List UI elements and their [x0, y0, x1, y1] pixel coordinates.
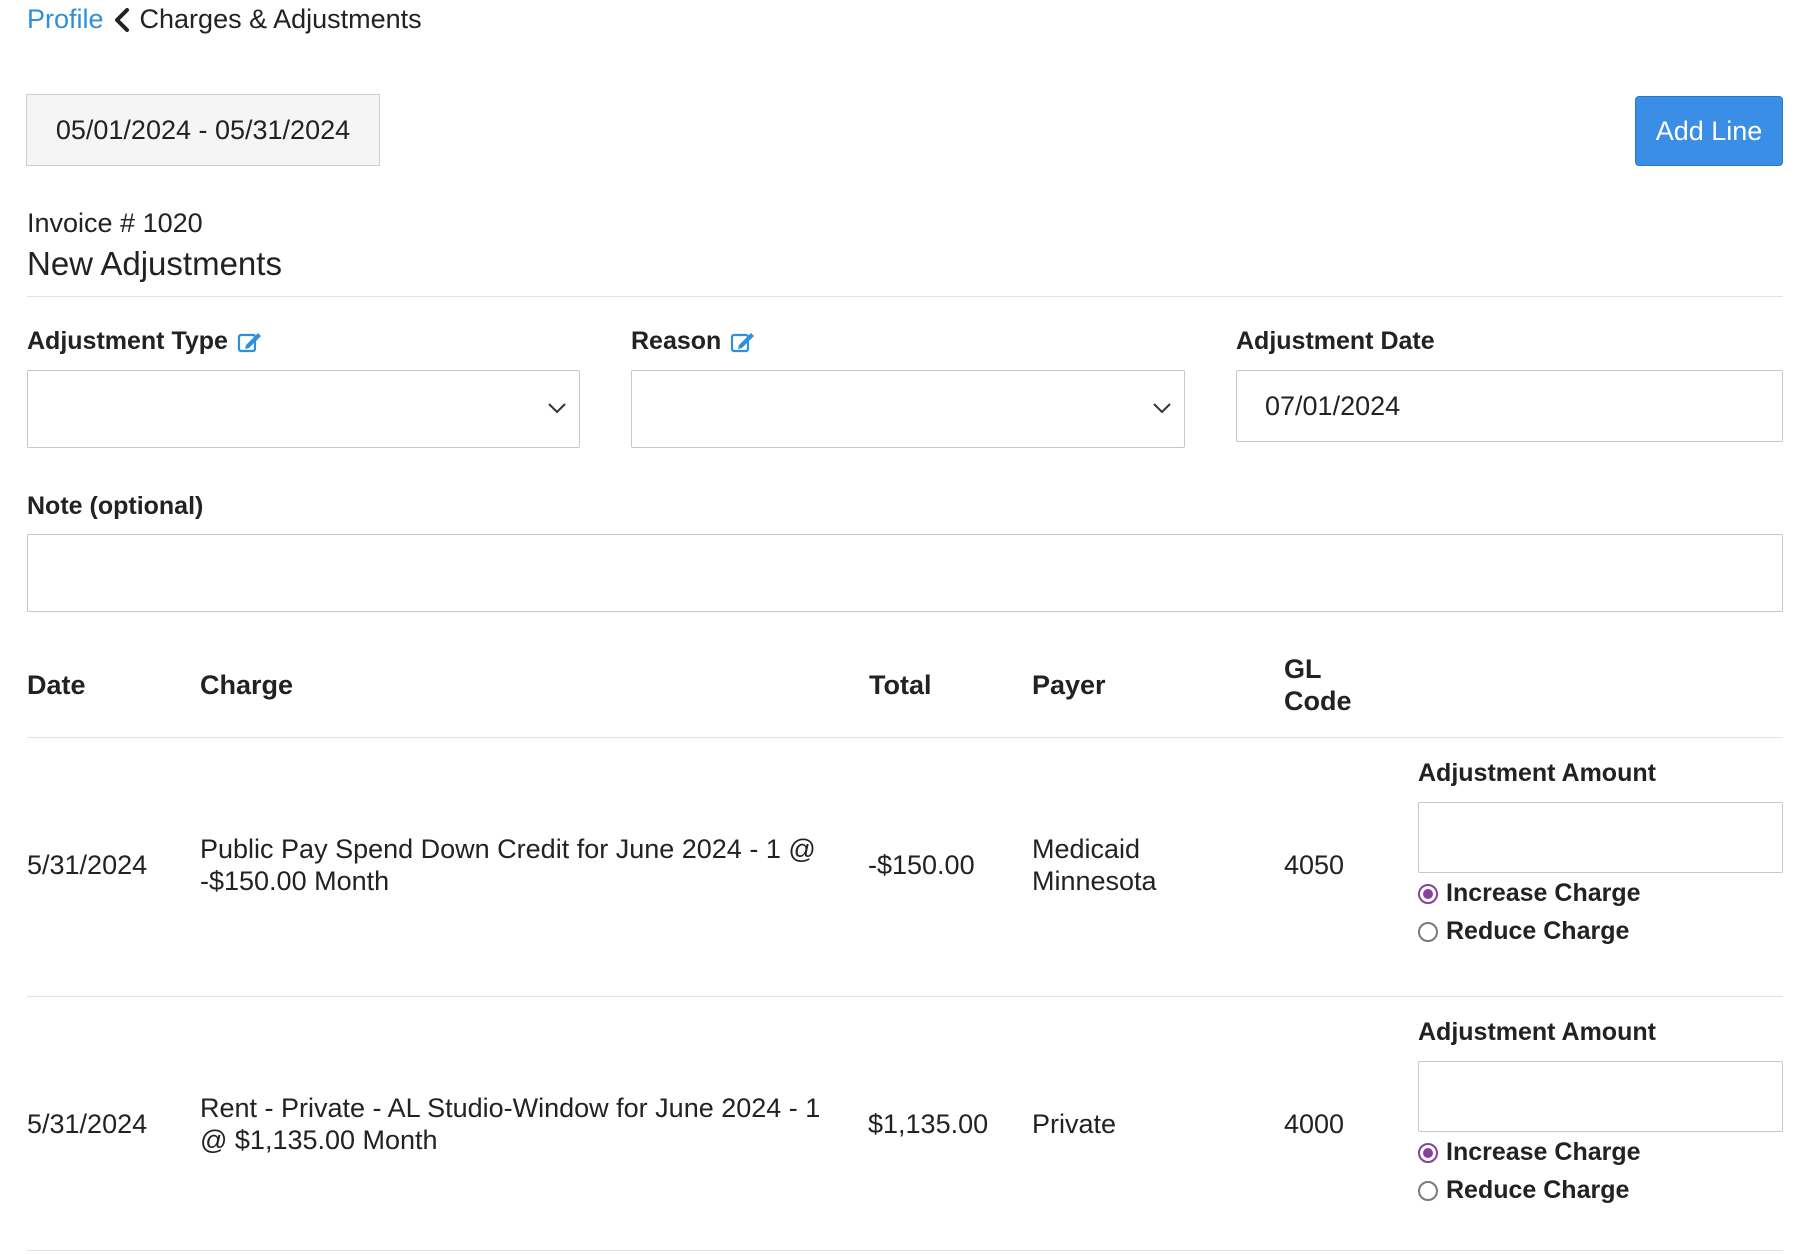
increase-charge-radio[interactable] — [1418, 1142, 1438, 1163]
row-date: 5/31/2024 — [27, 850, 148, 880]
row-payer-line1: Private — [1032, 1109, 1117, 1139]
reason-label: Reason — [631, 327, 756, 356]
chevron-down-icon — [547, 401, 567, 419]
row-gl-code: 4050 — [1284, 850, 1345, 880]
row-payer: Medicaid Minnesota — [1032, 833, 1157, 897]
row-charge: Rent - Private - AL Studio-Window for Ju… — [200, 1092, 820, 1156]
reduce-charge-label[interactable]: Reduce Charge — [1446, 1176, 1629, 1205]
adjustment-amount-input[interactable] — [1418, 802, 1783, 873]
reduce-charge-option[interactable]: Reduce Charge — [1418, 917, 1629, 946]
row-gl-code: 4000 — [1284, 1109, 1345, 1139]
adjustment-amount-input[interactable] — [1418, 1061, 1783, 1132]
adjustment-amount-label: Adjustment Amount — [1418, 759, 1656, 787]
note-input[interactable] — [27, 534, 1783, 612]
table-row: 5/31/2024 Rent - Private - AL Studio-Win… — [0, 997, 1800, 1255]
row-total: -$150.00 — [868, 850, 975, 880]
increase-charge-label[interactable]: Increase Charge — [1446, 879, 1641, 908]
row-payer: Private — [1032, 1108, 1116, 1140]
increase-charge-option[interactable]: Increase Charge — [1418, 1138, 1641, 1167]
header-gl-line2: Code — [1284, 686, 1352, 716]
row-date: 5/31/2024 — [27, 1109, 148, 1139]
increase-charge-option[interactable]: Increase Charge — [1418, 879, 1641, 908]
reduce-charge-radio[interactable] — [1418, 921, 1438, 942]
header-gl-code: GL Code — [1284, 653, 1352, 717]
reason-label-text: Reason — [631, 327, 722, 355]
row-charge-line1: Rent - Private - AL Studio-Window for Ju… — [200, 1093, 821, 1123]
reduce-charge-radio[interactable] — [1418, 1180, 1438, 1201]
adjustment-date-label: Adjustment Date — [1236, 327, 1435, 355]
adjustment-type-label: Adjustment Type — [27, 327, 263, 356]
adjustment-amount-label: Adjustment Amount — [1418, 1018, 1656, 1046]
edit-icon[interactable] — [730, 330, 756, 354]
row-charge-line2: -$150.00 Month — [200, 866, 390, 896]
reason-select[interactable] — [631, 370, 1185, 448]
row-divider — [27, 1250, 1783, 1251]
adjustment-type-select[interactable] — [27, 370, 580, 448]
row-charge-line1: Public Pay Spend Down Credit for June 20… — [200, 834, 816, 864]
breadcrumb-profile-link[interactable]: Profile — [27, 4, 104, 35]
chevron-down-icon — [1152, 401, 1172, 419]
section-title: New Adjustments — [27, 245, 282, 282]
header-date: Date — [27, 670, 86, 700]
reduce-charge-option[interactable]: Reduce Charge — [1418, 1176, 1629, 1205]
increase-charge-label[interactable]: Increase Charge — [1446, 1138, 1641, 1167]
reduce-charge-label[interactable]: Reduce Charge — [1446, 917, 1629, 946]
row-charge-line2: @ $1,135.00 Month — [200, 1125, 438, 1155]
date-range-selector[interactable]: 05/01/2024 - 05/31/2024 — [26, 94, 380, 166]
chevron-left-icon[interactable] — [114, 7, 130, 32]
table-row: 5/31/2024 Public Pay Spend Down Credit f… — [0, 738, 1800, 996]
add-line-button[interactable]: Add Line — [1635, 96, 1783, 166]
row-payer-line1: Medicaid — [1032, 834, 1141, 864]
increase-charge-radio[interactable] — [1418, 883, 1438, 904]
adjustment-type-label-text: Adjustment Type — [27, 327, 228, 355]
header-total: Total — [869, 670, 932, 700]
row-charge: Public Pay Spend Down Credit for June 20… — [200, 833, 816, 897]
note-label: Note (optional) — [27, 492, 204, 520]
row-payer-line2: Minnesota — [1032, 866, 1157, 896]
header-charge: Charge — [200, 670, 294, 700]
invoice-number: Invoice # 1020 — [27, 208, 203, 238]
header-payer: Payer — [1032, 670, 1106, 700]
edit-icon[interactable] — [237, 330, 263, 354]
row-total: $1,135.00 — [868, 1109, 989, 1139]
breadcrumb: Profile Charges & Adjustments — [27, 4, 422, 35]
breadcrumb-current: Charges & Adjustments — [139, 4, 422, 34]
header-gl-line1: GL — [1284, 654, 1322, 684]
adjustment-date-input[interactable]: 07/01/2024 — [1236, 370, 1783, 442]
divider — [27, 296, 1783, 297]
